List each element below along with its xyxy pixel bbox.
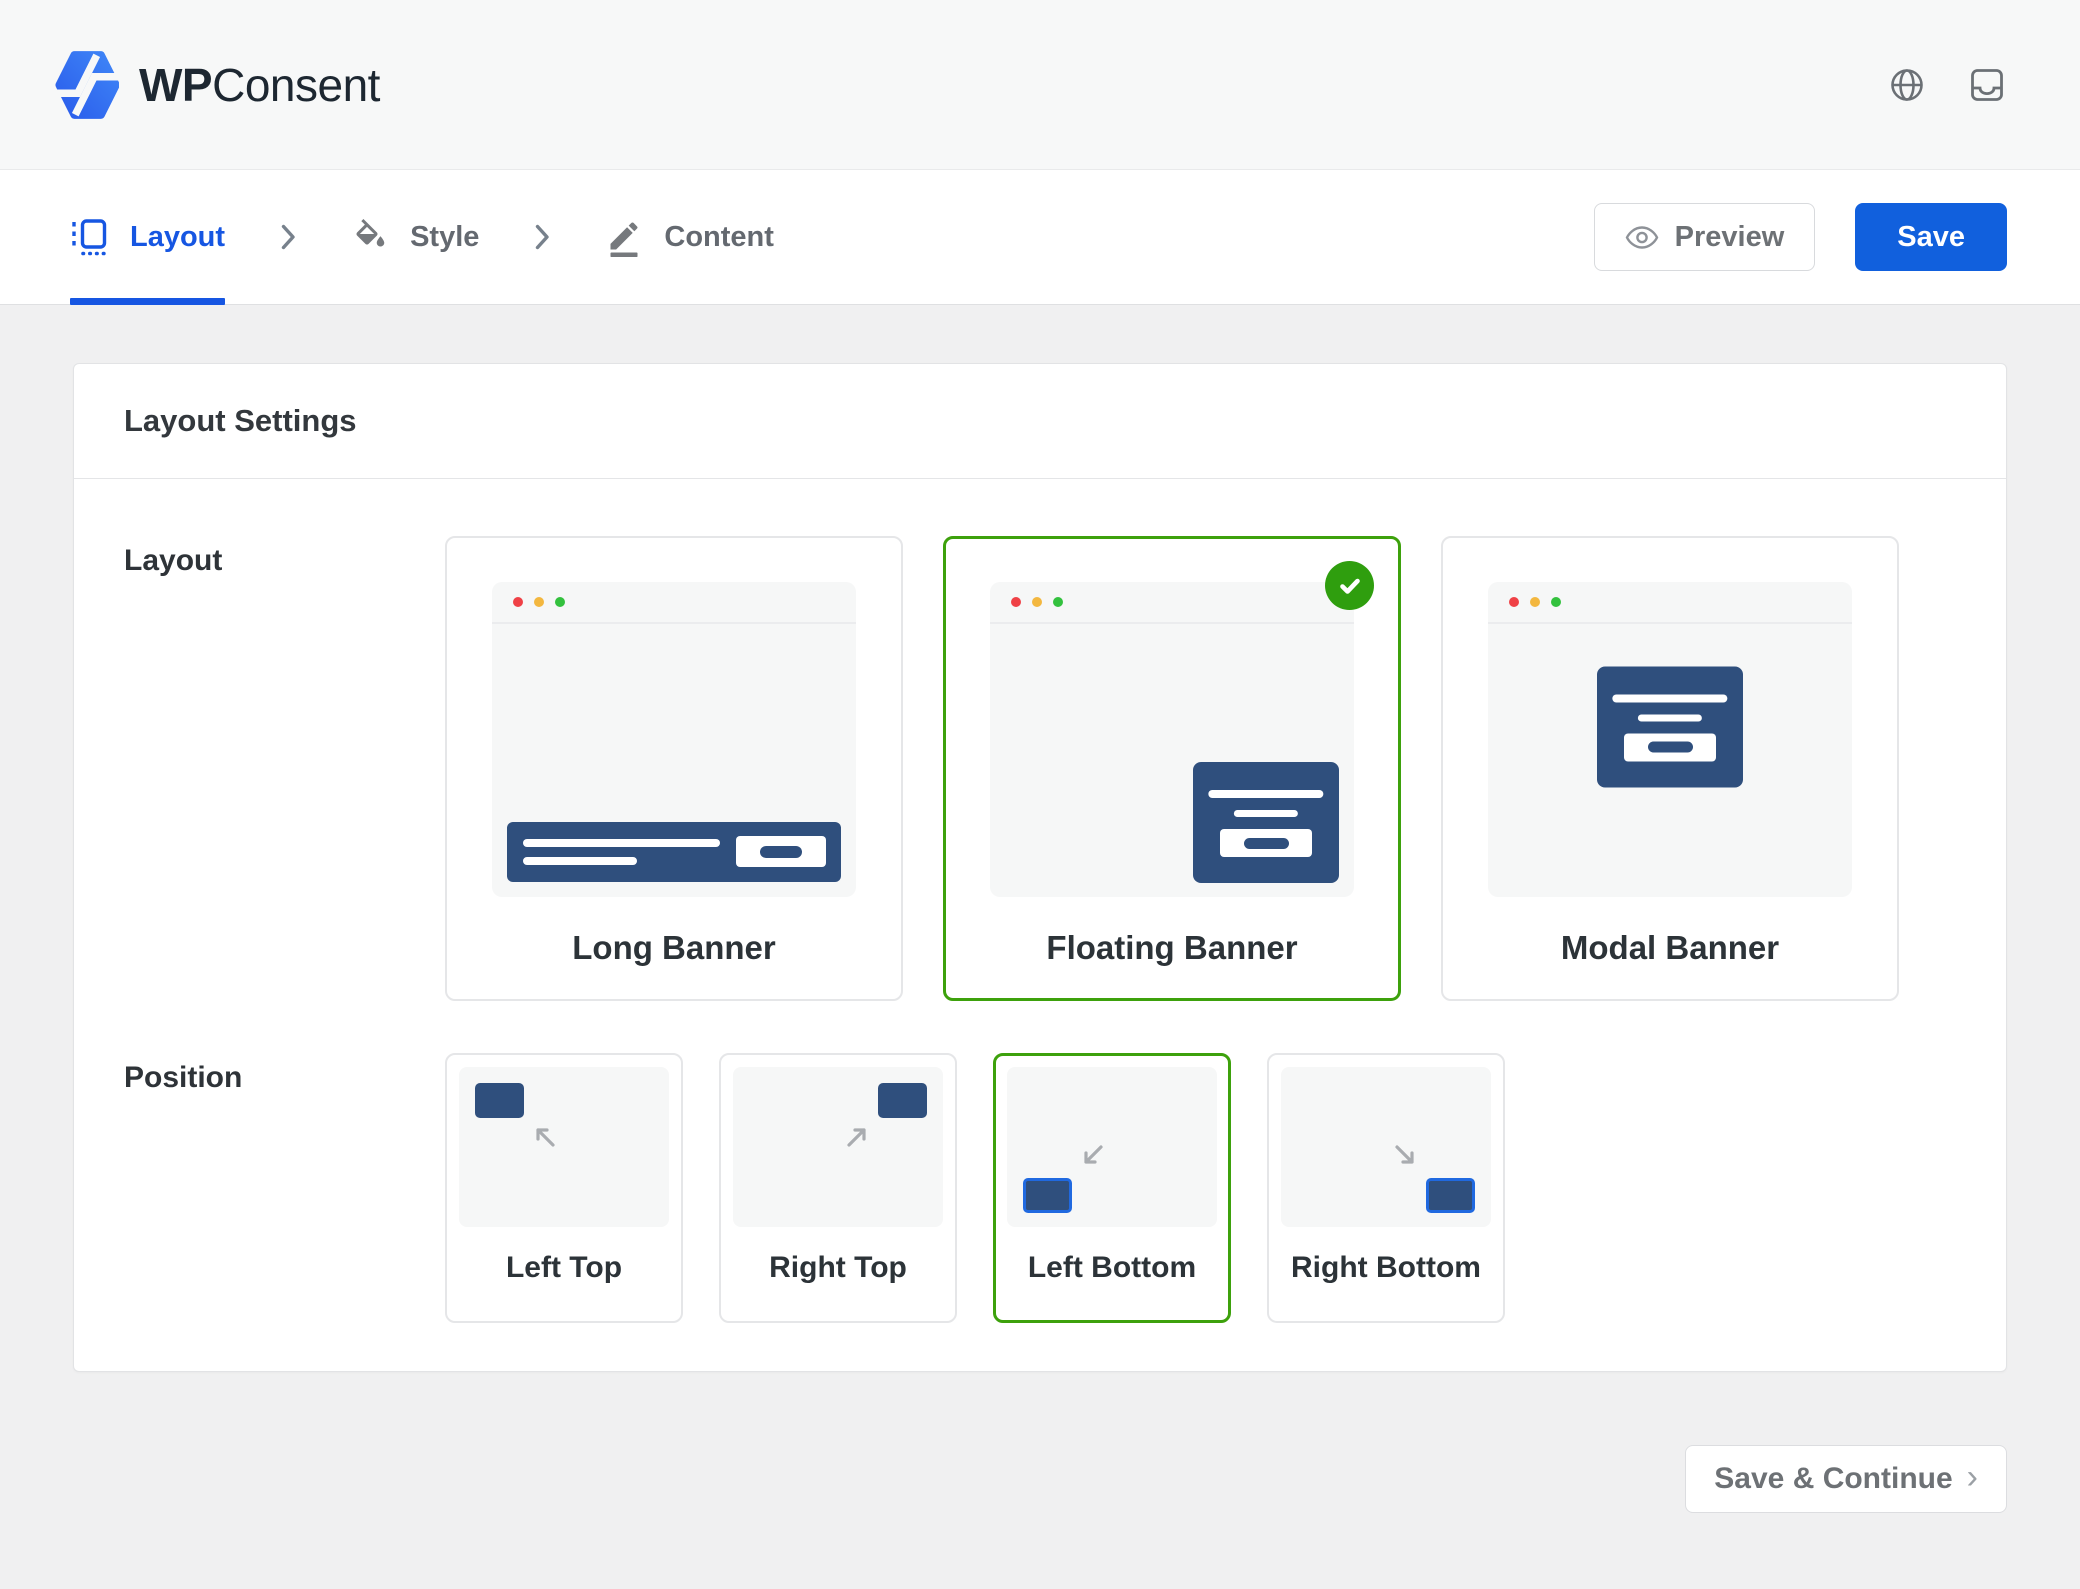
arrow-up-right-icon — [844, 1123, 871, 1150]
panel-header: Layout Settings — [74, 364, 2006, 479]
position-row: Position Left Top — [74, 1053, 2006, 1323]
window-dot-red — [1011, 597, 1021, 607]
browser-mockup-header — [990, 582, 1354, 624]
save-button-label: Save — [1897, 221, 1965, 254]
tab-layout-label: Layout — [130, 221, 225, 254]
tab-content-label: Content — [664, 221, 774, 254]
banner-button — [1624, 733, 1716, 761]
position-preview — [459, 1067, 669, 1227]
active-tab-underline — [70, 298, 225, 305]
banner-button — [736, 836, 826, 867]
pencil-icon — [606, 218, 642, 257]
banner-text-line — [523, 857, 637, 865]
long-banner-illustration — [507, 822, 841, 882]
browser-mockup — [1488, 582, 1852, 897]
position-option-right-top[interactable]: Right Top — [719, 1053, 957, 1323]
browser-mockup-header — [492, 582, 856, 624]
banner-position-rect — [1426, 1178, 1475, 1213]
banner-text-line — [1638, 714, 1702, 721]
wpconsent-logo-icon — [53, 50, 119, 120]
chevron-right-icon: › — [1967, 1460, 1978, 1494]
browser-mockup — [492, 582, 856, 897]
position-options: Left Top Right Top — [445, 1053, 1505, 1323]
arrow-up-left-icon — [531, 1123, 558, 1150]
banner-button-label-pill — [1244, 838, 1289, 849]
position-preview — [1007, 1067, 1217, 1227]
banner-button-label-pill — [1648, 742, 1693, 753]
header-icons — [1887, 65, 2007, 105]
banner-text-line — [523, 839, 720, 847]
position-option-label: Right Top — [733, 1227, 943, 1309]
position-option-label: Left Bottom — [1007, 1227, 1217, 1309]
save-continue-button[interactable]: Save & Continue › — [1685, 1445, 2007, 1513]
steps-tab-bar: Layout Style Content — [0, 170, 2080, 305]
check-icon — [1325, 561, 1374, 610]
brand-bold: WP — [139, 59, 212, 111]
chevron-right-icon — [535, 224, 550, 250]
tab-content[interactable]: Content — [606, 170, 774, 304]
app-header: WPConsent — [0, 0, 2080, 170]
save-button[interactable]: Save — [1855, 203, 2007, 271]
window-dot-green — [1551, 597, 1561, 607]
banner-position-rect — [878, 1083, 927, 1118]
brand-rest: Consent — [212, 59, 380, 111]
position-option-left-bottom[interactable]: Left Bottom — [993, 1053, 1231, 1323]
banner-position-rect — [475, 1083, 524, 1118]
arrow-down-right-icon — [1392, 1142, 1419, 1169]
layout-option-floating-banner[interactable]: Floating Banner — [943, 536, 1401, 1001]
banner-position-rect — [1023, 1178, 1072, 1213]
chevron-right-icon — [281, 224, 296, 250]
layout-settings-panel: Layout Settings Layout — [73, 363, 2007, 1372]
layout-option-label: Long Banner — [572, 929, 776, 967]
wpconsent-settings-page: WPConsent — [0, 0, 2080, 1589]
position-option-label: Right Bottom — [1281, 1227, 1491, 1309]
layout-options: Long Banner — [445, 536, 1899, 1001]
window-dot-red — [513, 597, 523, 607]
layout-option-modal-banner[interactable]: Modal Banner — [1441, 536, 1899, 1001]
eye-icon — [1625, 225, 1659, 250]
position-preview — [1281, 1067, 1491, 1227]
position-row-label: Position — [124, 1053, 445, 1323]
modal-banner-illustration — [1597, 666, 1743, 787]
layout-row-label: Layout — [124, 536, 445, 1001]
banner-text-line — [1208, 790, 1323, 798]
window-dot-yellow — [1530, 597, 1540, 607]
position-option-left-top[interactable]: Left Top — [445, 1053, 683, 1323]
toolbar-actions: Preview Save — [1594, 203, 2007, 271]
inbox-icon[interactable] — [1967, 65, 2007, 105]
window-dot-yellow — [534, 597, 544, 607]
globe-icon[interactable] — [1887, 65, 1927, 105]
layout-option-long-banner[interactable]: Long Banner — [445, 536, 903, 1001]
layout-option-label: Floating Banner — [1046, 929, 1297, 967]
paint-bucket-icon — [352, 219, 388, 255]
tab-layout[interactable]: Layout — [70, 170, 225, 304]
position-preview — [733, 1067, 943, 1227]
layout-icon — [70, 218, 108, 256]
tab-style[interactable]: Style — [352, 170, 479, 304]
banner-text-line — [1234, 810, 1298, 817]
layout-row: Layout — [74, 536, 2006, 1001]
preview-button-label: Preview — [1675, 221, 1785, 254]
browser-mockup — [990, 582, 1354, 897]
window-dot-red — [1509, 597, 1519, 607]
arrow-down-left-icon — [1079, 1142, 1106, 1169]
tab-style-label: Style — [410, 221, 479, 254]
save-continue-label: Save & Continue — [1714, 1462, 1952, 1496]
banner-button — [1220, 829, 1312, 857]
position-option-right-bottom[interactable]: Right Bottom — [1267, 1053, 1505, 1323]
panel-title: Layout Settings — [124, 403, 357, 439]
banner-text-line — [1612, 694, 1727, 702]
window-dot-green — [555, 597, 565, 607]
app-title: WPConsent — [139, 58, 380, 112]
layout-option-label: Modal Banner — [1561, 929, 1779, 967]
preview-button[interactable]: Preview — [1594, 203, 1816, 271]
floating-banner-illustration — [1193, 762, 1339, 883]
wpconsent-logo[interactable]: WPConsent — [53, 50, 380, 120]
browser-mockup-header — [1488, 582, 1852, 624]
position-option-label: Left Top — [459, 1227, 669, 1309]
window-dot-yellow — [1032, 597, 1042, 607]
banner-button-label-pill — [760, 846, 802, 858]
window-dot-green — [1053, 597, 1063, 607]
